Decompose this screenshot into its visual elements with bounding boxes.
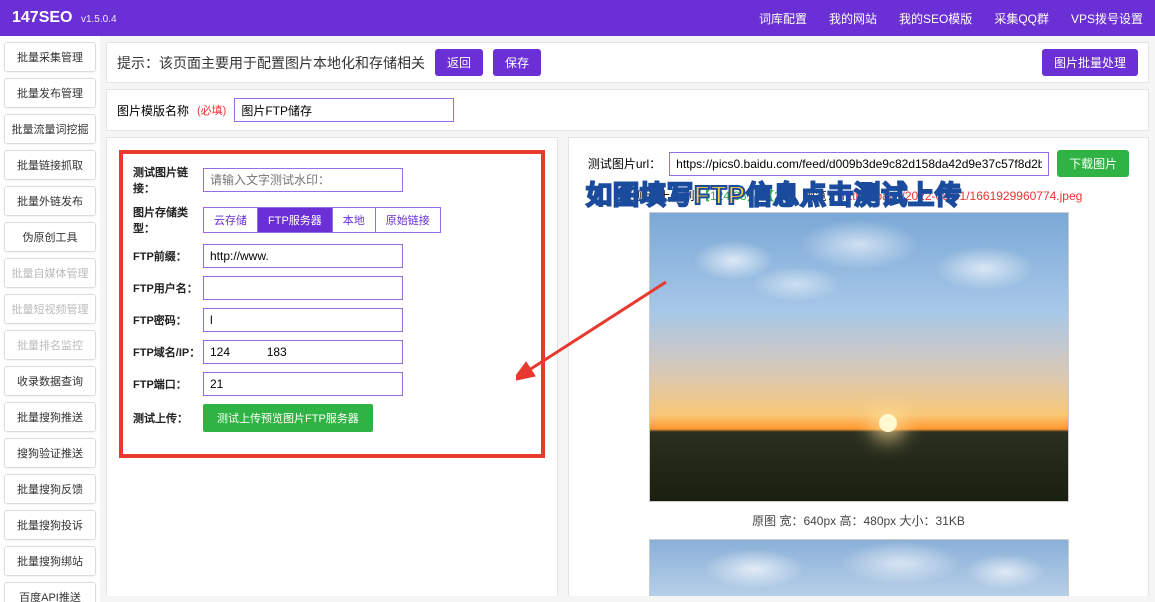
sidebar-item-4[interactable]: 批量外链发布 — [4, 186, 96, 216]
template-name-bar: 图片模版名称 (必填) — [106, 89, 1149, 131]
sidebar-item-2[interactable]: 批量流量词挖掘 — [4, 114, 96, 144]
sidebar-item-0[interactable]: 批量采集管理 — [4, 42, 96, 72]
ftp-port-input[interactable] — [203, 372, 403, 396]
sidebar-item-7[interactable]: 批量短视频管理 — [4, 294, 96, 324]
status-ip: 【124 33】 — [698, 189, 759, 203]
sidebar-item-14[interactable]: 批量搜狗绑站 — [4, 546, 96, 576]
nav-mysite[interactable]: 我的网站 — [829, 10, 877, 27]
nav-seo-tpl[interactable]: 我的SEO模版 — [899, 10, 972, 27]
ftp-config-highlight: 测试图片链接： 图片存储类型： 云存储FTP服务器本地原始链接 FTP前缀： — [119, 150, 545, 458]
sidebar-item-9[interactable]: 收录数据查询 — [4, 366, 96, 396]
tip-bar: 提示：该页面主要用于配置图片本地化和存储相关 返回 保存 图片批量处理 — [106, 42, 1149, 83]
ftp-host-input[interactable] — [203, 340, 403, 364]
sidebar-item-8[interactable]: 批量排名监控 — [4, 330, 96, 360]
brand: 147SEO v1.5.0.4 — [12, 9, 117, 27]
storage-type-label: 图片存储类型： — [133, 204, 203, 236]
brand-name: 147SEO — [12, 9, 72, 26]
sidebar: 批量采集管理批量发布管理批量流量词挖掘批量链接抓取批量外链发布伪原创工具批量自媒… — [0, 36, 100, 602]
status-prefix: 测试上传到 — [635, 189, 695, 203]
ftp-pass-input[interactable] — [203, 308, 403, 332]
nav-qq[interactable]: 采集QQ群 — [994, 10, 1049, 27]
sidebar-item-15[interactable]: 百度API推送 — [4, 582, 96, 602]
preview-url-label: 测试图片url： — [588, 155, 661, 172]
status-url: http:// oads/2022-08-31/1661929960774.jp… — [842, 189, 1082, 203]
preview-image — [649, 212, 1069, 502]
brand-version: v1.5.0.4 — [81, 14, 117, 25]
test-link-input[interactable] — [203, 168, 403, 192]
tip-text: 提示：该页面主要用于配置图片本地化和存储相关 — [117, 53, 425, 73]
storage-option-0[interactable]: 云存储 — [203, 207, 258, 233]
required-mark: (必填) — [197, 102, 226, 118]
nav-vps[interactable]: VPS拨号设置 — [1071, 10, 1143, 27]
sidebar-item-1[interactable]: 批量发布管理 — [4, 78, 96, 108]
status-code: 【21】 — [762, 189, 799, 203]
sidebar-item-5[interactable]: 伪原创工具 — [4, 222, 96, 252]
ftp-prefix-label: FTP前缀： — [133, 248, 203, 264]
sidebar-item-13[interactable]: 批量搜狗投诉 — [4, 510, 96, 540]
template-name-input[interactable] — [234, 98, 454, 122]
preview-url-input[interactable] — [669, 152, 1049, 176]
test-upload-label: 测试上传： — [133, 410, 203, 426]
storage-option-2[interactable]: 本地 — [333, 207, 376, 233]
status-preview-label: 预览： — [803, 189, 839, 203]
config-panel: 测试图片链接： 图片存储类型： 云存储FTP服务器本地原始链接 FTP前缀： — [106, 137, 558, 596]
storage-type-segment: 云存储FTP服务器本地原始链接 — [203, 207, 441, 233]
sidebar-item-6[interactable]: 批量自媒体管理 — [4, 258, 96, 288]
top-bar: 147SEO v1.5.0.4 词库配置 我的网站 我的SEO模版 采集QQ群 … — [0, 0, 1155, 36]
top-nav: 词库配置 我的网站 我的SEO模版 采集QQ群 VPS拨号设置 — [759, 10, 1143, 27]
sidebar-item-11[interactable]: 搜狗验证推送 — [4, 438, 96, 468]
download-image-button[interactable]: 下载图片 — [1057, 150, 1129, 177]
ftp-port-label: FTP端口： — [133, 376, 203, 392]
storage-option-3[interactable]: 原始链接 — [376, 207, 441, 233]
storage-option-1[interactable]: FTP服务器 — [258, 207, 333, 233]
ftp-user-label: FTP用户名： — [133, 280, 203, 296]
main-area: 提示：该页面主要用于配置图片本地化和存储相关 返回 保存 图片批量处理 图片模版… — [100, 36, 1155, 602]
ftp-user-input[interactable] — [203, 276, 403, 300]
test-upload-button[interactable]: 测试上传预览图片FTP服务器 — [203, 404, 373, 432]
test-link-label: 测试图片链接： — [133, 164, 203, 196]
sidebar-item-3[interactable]: 批量链接抓取 — [4, 150, 96, 180]
nav-dict[interactable]: 词库配置 — [759, 10, 807, 27]
ftp-prefix-input[interactable] — [203, 244, 403, 268]
template-name-label: 图片模版名称 — [117, 102, 189, 119]
back-button[interactable]: 返回 — [435, 49, 483, 76]
image-caption: 原图 宽：640px 高：480px 大小：31KB — [581, 512, 1136, 529]
sidebar-item-12[interactable]: 批量搜狗反馈 — [4, 474, 96, 504]
ftp-pass-label: FTP密码： — [133, 312, 203, 328]
upload-status-row: 测试上传到 【124 33】 【21】 预览： http:// oads/202… — [581, 187, 1136, 204]
sidebar-item-10[interactable]: 批量搜狗推送 — [4, 402, 96, 432]
ftp-host-label: FTP域名/IP： — [133, 344, 203, 360]
batch-image-button[interactable]: 图片批量处理 — [1042, 49, 1138, 76]
preview-panel: 测试图片url： 下载图片 测试上传到 【124 33】 【21】 预览： ht… — [568, 137, 1149, 596]
preview-image-2 — [649, 539, 1069, 596]
save-button[interactable]: 保存 — [493, 49, 541, 76]
